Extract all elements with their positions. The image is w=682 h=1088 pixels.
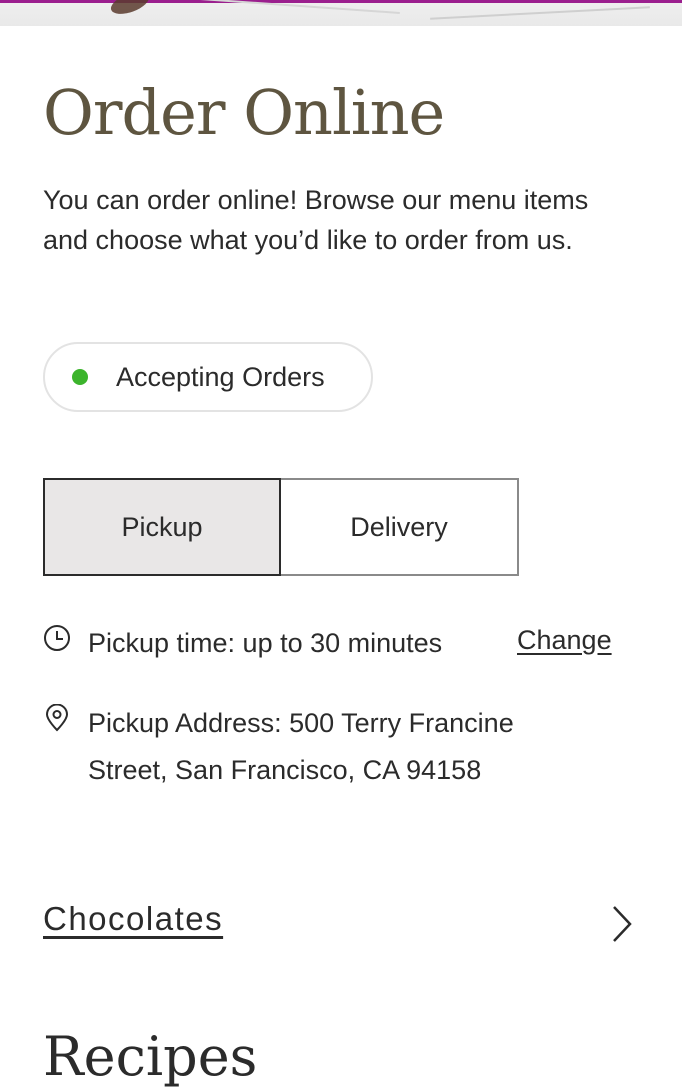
pickup-address-row: Pickup Address: 500 Terry Francine Stree…: [43, 700, 588, 794]
chevron-right-icon[interactable]: [608, 904, 634, 944]
tab-pickup-label: Pickup: [121, 511, 203, 542]
clock-icon: [44, 625, 70, 651]
menu-category-chocolates[interactable]: Chocolates: [43, 900, 223, 938]
status-dot-icon: [72, 369, 88, 385]
tab-delivery[interactable]: Delivery: [281, 478, 519, 576]
status-badge: Accepting Orders: [43, 342, 373, 412]
fulfillment-tabs: Pickup Delivery: [43, 478, 519, 576]
map-pin-icon: [45, 704, 69, 732]
tab-delivery-label: Delivery: [350, 511, 448, 542]
pickup-address-text: Pickup Address: 500 Terry Francine Stree…: [88, 708, 514, 785]
status-label: Accepting Orders: [116, 361, 325, 392]
hero-image-strip: [0, 0, 682, 26]
change-pickup-time-link[interactable]: Change: [517, 620, 612, 660]
pickup-time-row: Pickup time: up to 30 minutes: [43, 620, 442, 667]
page-title: Order Online: [43, 76, 445, 149]
pickup-time-text: Pickup time: up to 30 minutes: [88, 628, 443, 658]
tab-pickup[interactable]: Pickup: [43, 478, 281, 576]
intro-text: You can order online! Browse our menu it…: [43, 185, 589, 255]
section-title-recipes: Recipes: [43, 1025, 258, 1088]
